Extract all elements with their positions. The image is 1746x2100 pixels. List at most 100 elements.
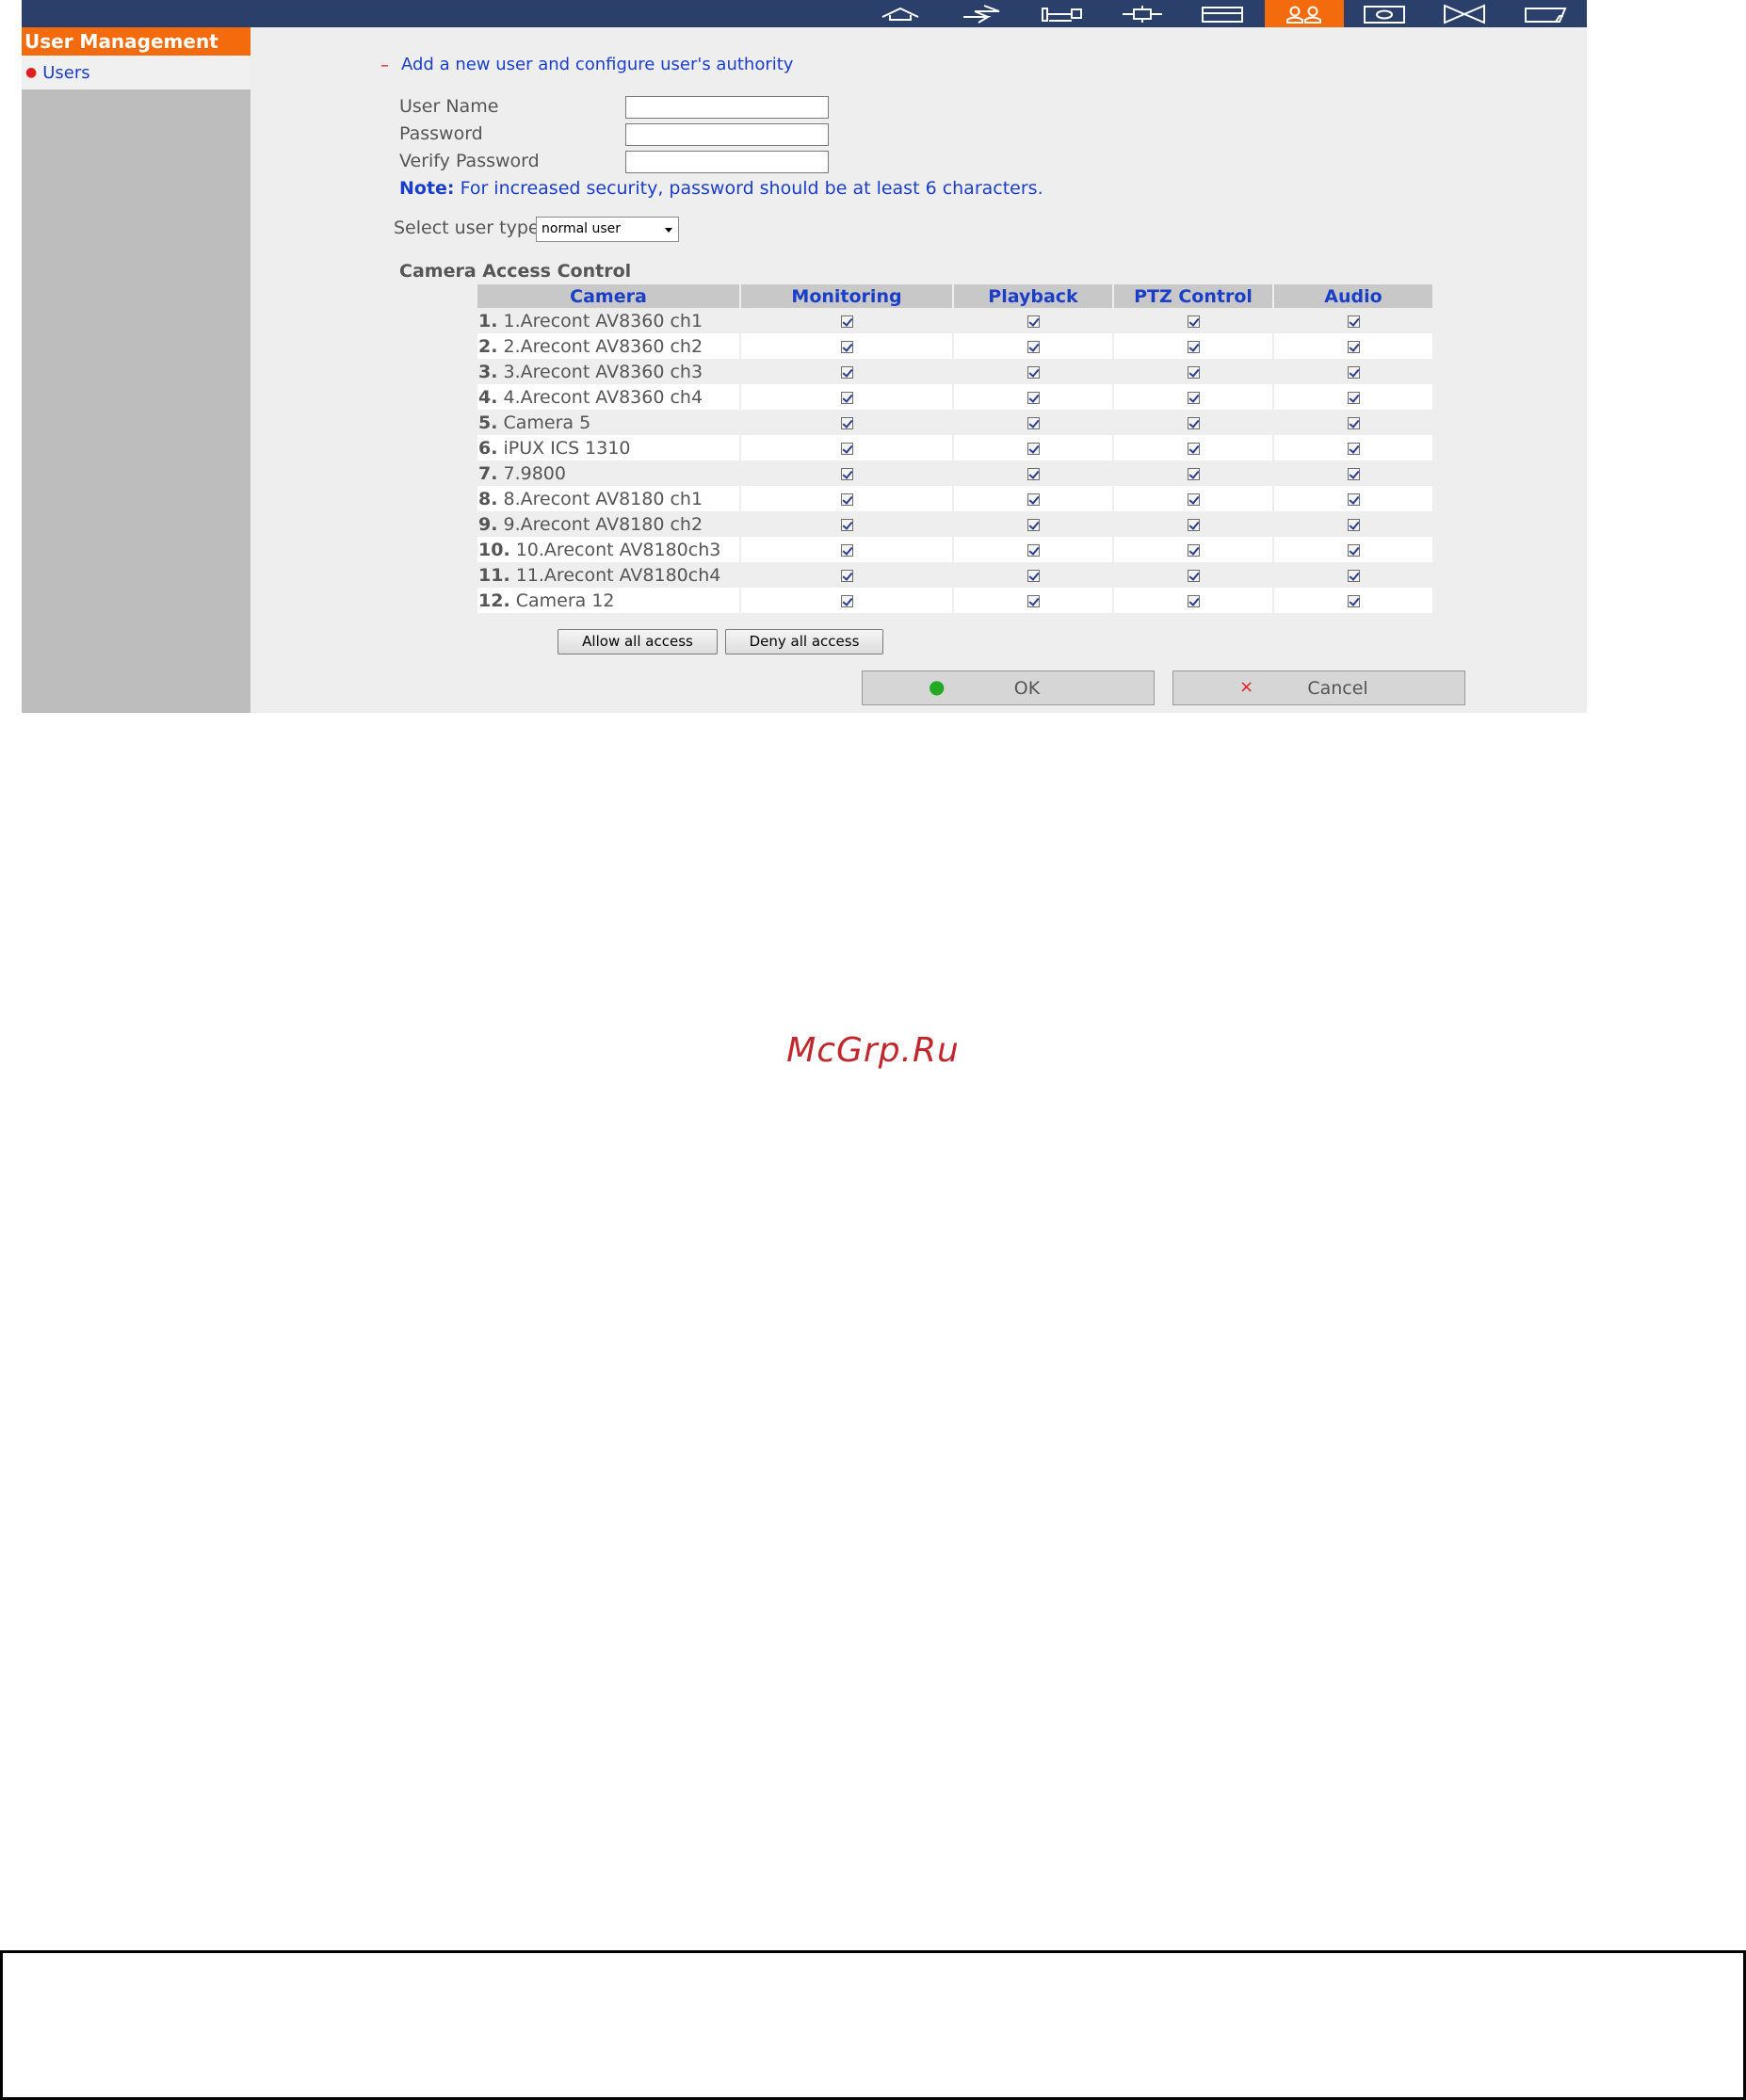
checkbox-cell [1114, 333, 1272, 359]
checkbox-cell [954, 435, 1112, 460]
audio-checkbox[interactable] [1347, 518, 1360, 531]
monitoring-checkbox[interactable] [840, 518, 853, 531]
camera-name: 10.Arecont AV8180ch3 [515, 539, 721, 560]
playback-checkbox[interactable] [1027, 594, 1040, 607]
log-icon[interactable] [1506, 0, 1585, 27]
audio-checkbox[interactable] [1347, 467, 1360, 480]
sidebar-item-users[interactable]: ● Users [22, 56, 251, 89]
ptz-checkbox[interactable] [1187, 365, 1200, 379]
password-input[interactable] [625, 123, 829, 146]
event-icon[interactable] [1425, 0, 1504, 27]
ok-button[interactable]: ● OK [862, 670, 1155, 705]
checkbox-cell [741, 435, 952, 460]
camera-number: 8. [478, 488, 498, 509]
table-header-row: Camera Monitoring Playback PTZ Control A… [477, 284, 1432, 308]
audio-checkbox[interactable] [1347, 416, 1360, 429]
table-row: 10. 10.Arecont AV8180ch3 [477, 537, 1432, 562]
checkbox-cell [954, 537, 1112, 562]
sidebar: User Management ● Users [22, 27, 251, 713]
checkbox-cell [1114, 486, 1272, 511]
camera-name-cell: 8. 8.Arecont AV8180 ch1 [477, 486, 739, 511]
cancel-button[interactable]: × Cancel [1172, 670, 1465, 705]
camera-number: 11. [478, 564, 510, 586]
audio-checkbox[interactable] [1347, 493, 1360, 506]
monitoring-checkbox[interactable] [840, 594, 853, 607]
user-type-select[interactable]: normal user [536, 217, 679, 242]
ptz-checkbox[interactable] [1187, 493, 1200, 506]
audio-checkbox[interactable] [1347, 543, 1360, 557]
checkbox-cell [1274, 511, 1432, 537]
ptz-checkbox[interactable] [1187, 391, 1200, 404]
camera-name: iPUX ICS 1310 [503, 437, 631, 459]
ptz-checkbox[interactable] [1187, 340, 1200, 353]
audio-checkbox[interactable] [1347, 442, 1360, 455]
ptz-checkbox[interactable] [1187, 594, 1200, 607]
column-header-monitoring: Monitoring [741, 284, 952, 308]
playback-checkbox[interactable] [1027, 442, 1040, 455]
monitoring-checkbox[interactable] [840, 365, 853, 379]
monitoring-checkbox[interactable] [840, 493, 853, 506]
playback-checkbox[interactable] [1027, 543, 1040, 557]
checkbox-cell [741, 333, 952, 359]
audio-checkbox[interactable] [1347, 594, 1360, 607]
checkbox-cell [741, 511, 952, 537]
monitoring-checkbox[interactable] [840, 543, 853, 557]
table-row: 2. 2.Arecont AV8360 ch2 [477, 333, 1432, 359]
checkbox-cell [1114, 384, 1272, 410]
monitoring-checkbox[interactable] [840, 315, 853, 328]
ptz-checkbox[interactable] [1187, 518, 1200, 531]
username-input[interactable] [625, 96, 829, 119]
audio-checkbox[interactable] [1347, 340, 1360, 353]
note-text: For increased security, password should … [454, 178, 1043, 199]
playback-checkbox[interactable] [1027, 569, 1040, 582]
audio-checkbox[interactable] [1347, 315, 1360, 328]
table-row: 9. 9.Arecont AV8180 ch2 [477, 511, 1432, 537]
storage-icon[interactable] [1183, 0, 1262, 27]
playback-checkbox[interactable] [1027, 391, 1040, 404]
camera-name: 8.Arecont AV8180 ch1 [503, 488, 703, 509]
network-icon[interactable] [942, 0, 1021, 27]
audio-checkbox[interactable] [1347, 365, 1360, 379]
playback-checkbox[interactable] [1027, 467, 1040, 480]
verify-password-input[interactable] [625, 151, 829, 173]
checkbox-cell [1274, 486, 1432, 511]
monitoring-checkbox[interactable] [840, 569, 853, 582]
deny-all-access-button[interactable]: Deny all access [725, 629, 883, 654]
ptz-checkbox[interactable] [1187, 442, 1200, 455]
main-panel: – Add a new user and configure user's au… [251, 27, 1587, 713]
monitoring-checkbox[interactable] [840, 340, 853, 353]
ptz-checkbox[interactable] [1187, 467, 1200, 480]
home-icon[interactable] [861, 0, 940, 27]
monitoring-checkbox[interactable] [840, 467, 853, 480]
user-type-value: normal user [542, 221, 622, 236]
monitoring-checkbox[interactable] [840, 442, 853, 455]
playback-checkbox[interactable] [1027, 340, 1040, 353]
playback-checkbox[interactable] [1027, 493, 1040, 506]
ptz-checkbox[interactable] [1187, 416, 1200, 429]
ptz-checkbox[interactable] [1187, 543, 1200, 557]
monitor-icon[interactable] [1345, 0, 1424, 27]
checkbox-cell [954, 460, 1112, 486]
ptz-checkbox[interactable] [1187, 569, 1200, 582]
camera-name: 11.Arecont AV8180ch4 [515, 564, 721, 586]
camera-settings-icon[interactable] [1103, 0, 1182, 27]
device-config-icon[interactable] [1022, 0, 1101, 27]
monitoring-checkbox[interactable] [840, 391, 853, 404]
monitoring-checkbox[interactable] [840, 416, 853, 429]
audio-checkbox[interactable] [1347, 569, 1360, 582]
note-label: Note: [399, 178, 455, 199]
ptz-checkbox[interactable] [1187, 315, 1200, 328]
camera-number: 1. [478, 310, 498, 331]
playback-checkbox[interactable] [1027, 365, 1040, 379]
camera-name: 2.Arecont AV8360 ch2 [503, 335, 703, 357]
playback-checkbox[interactable] [1027, 416, 1040, 429]
users-icon[interactable] [1265, 0, 1344, 27]
playback-checkbox[interactable] [1027, 315, 1040, 328]
checkbox-cell [741, 588, 952, 613]
checkbox-cell [1114, 410, 1272, 435]
audio-checkbox[interactable] [1347, 391, 1360, 404]
camera-name-cell: 3. 3.Arecont AV8360 ch3 [477, 359, 739, 384]
title-dash-icon: – [380, 56, 389, 75]
playback-checkbox[interactable] [1027, 518, 1040, 531]
allow-all-access-button[interactable]: Allow all access [558, 629, 718, 654]
